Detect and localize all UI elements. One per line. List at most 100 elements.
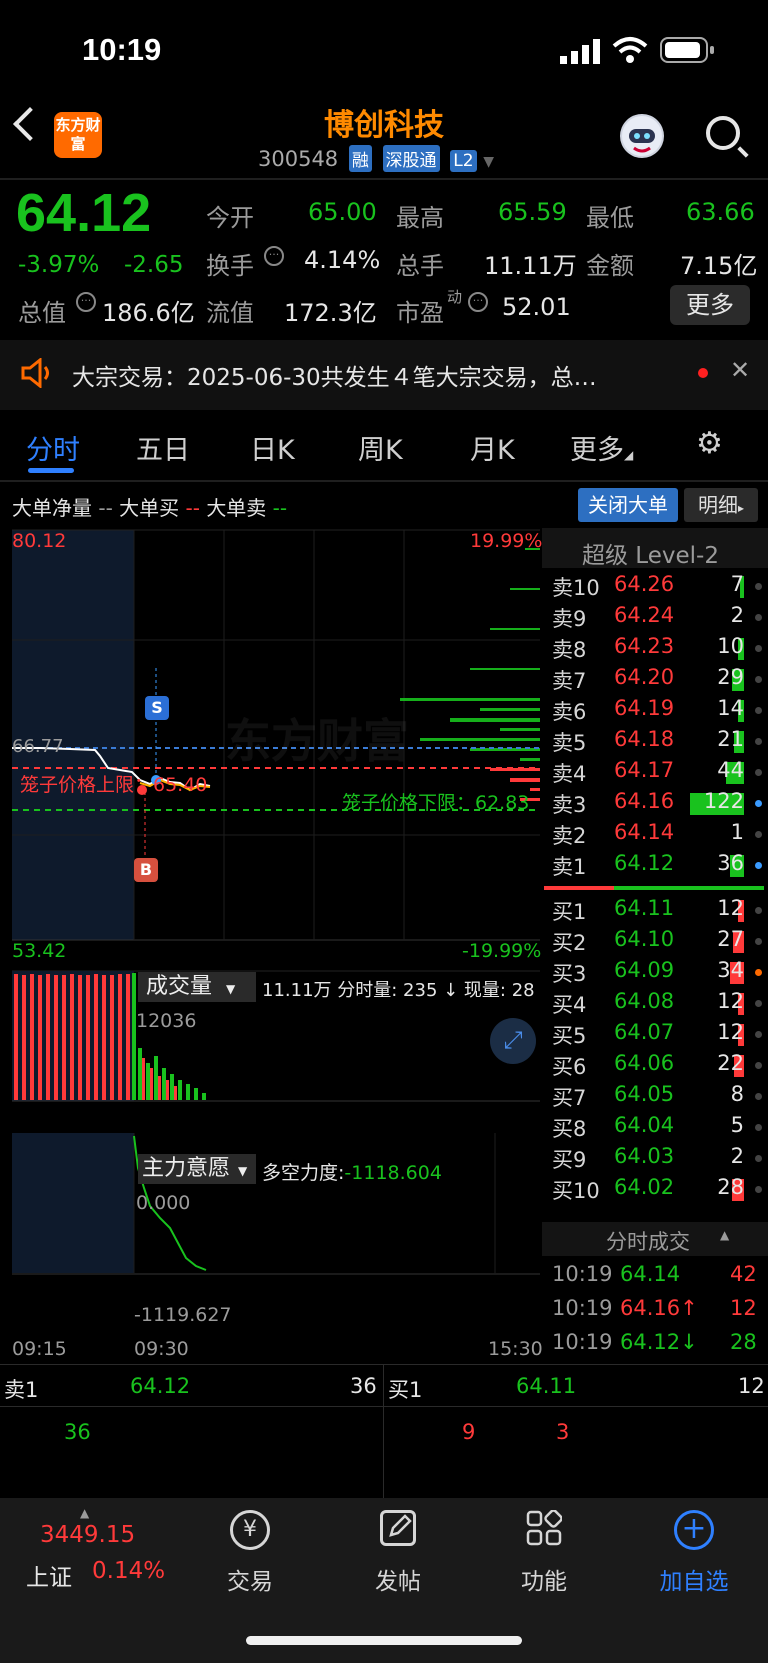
ask-row-8: 卖8 64.23 10: [542, 634, 768, 665]
force-info-label: 多空力度:: [262, 1162, 345, 1184]
add-watchlist-icon[interactable]: +: [674, 1510, 714, 1550]
stock-code: 300548: [258, 147, 339, 171]
trade-icon[interactable]: ¥: [230, 1510, 270, 1550]
ask-label: 卖4: [552, 762, 587, 786]
functions-grid-icon[interactable]: [526, 1509, 563, 1546]
level2-title: 超级 Level-2: [582, 543, 719, 569]
more-button[interactable]: 更多: [670, 285, 750, 325]
tab-trade[interactable]: 交易: [190, 1562, 310, 1596]
ask-row-1: 卖1 64.12 36: [542, 851, 768, 882]
high-value: 65.59: [498, 198, 567, 226]
volume-indicator-select[interactable]: 成交量 ▼: [138, 972, 256, 1002]
ask-row-6: 卖6 64.19 14: [542, 696, 768, 727]
volume-value: 11.11万: [484, 252, 577, 280]
ask-row-3: 卖3 64.16 122: [542, 789, 768, 820]
ask-price: 64.19: [614, 696, 675, 720]
ask-label: 卖2: [552, 824, 587, 848]
bid-label: 买7: [552, 1086, 587, 1110]
ask-row-4: 卖4 64.17 44: [542, 758, 768, 789]
search-icon[interactable]: [706, 116, 740, 150]
bid-row-7: 买7 64.05 8: [542, 1082, 768, 1113]
up-arrow-icon: ↑: [680, 1296, 698, 1320]
ask-volume: 21: [717, 727, 744, 751]
stock-code-line[interactable]: 300548 融 深股通 L2 ▼: [258, 145, 494, 172]
big-order-legend: 大单净量 -- 大单买 -- 大单卖 --: [12, 492, 287, 521]
trade-price-value: 64.16: [620, 1296, 681, 1320]
info-icon[interactable]: ···: [264, 246, 284, 266]
close-icon[interactable]: ✕: [730, 356, 750, 384]
ask-row-2: 卖2 64.14 1: [542, 820, 768, 851]
ask-label: 卖1: [552, 855, 587, 879]
last-price: 64.12: [16, 183, 152, 243]
bid-row-1: 买1 64.11 12: [542, 896, 768, 927]
tab-monthly-k[interactable]: 月K: [470, 428, 515, 467]
bid-price: 64.08: [614, 989, 675, 1013]
tab-add-watchlist[interactable]: 加自选: [634, 1562, 754, 1596]
ask-volume: 14: [717, 696, 744, 720]
chevron-down-icon: ▼: [483, 154, 494, 170]
assistant-robot-icon[interactable]: [620, 114, 664, 158]
ask-volume: 29: [717, 665, 744, 689]
queue-buy-volume: 12: [738, 1374, 765, 1398]
detail-label: 明细: [697, 493, 738, 517]
low-value: 63.66: [686, 198, 755, 226]
tab-weekly-k[interactable]: 周K: [358, 428, 403, 467]
cage-lower-label: 笼子价格下限：62.83: [342, 792, 530, 814]
index-name[interactable]: 上证: [26, 1558, 72, 1592]
bid-label: 买5: [552, 1024, 587, 1048]
prev-close-price: 66.77: [12, 736, 64, 757]
tab-more-label: 更多: [570, 435, 624, 466]
level2-panel[interactable]: 超级 Level-2 卖10 64.26 7 卖9 64.24 2 卖8 64.23 10 …: [542, 528, 768, 1218]
tab-functions[interactable]: 功能: [484, 1562, 604, 1596]
toggle-big-order-button[interactable]: 关闭大单: [578, 488, 678, 522]
pe-value: 52.01: [502, 293, 571, 321]
force-indicator-select[interactable]: 主力意愿 ▼: [138, 1154, 256, 1184]
trade-price: 64.12↓: [620, 1330, 698, 1354]
time-start: 09:15: [12, 1338, 67, 1360]
ask-volume: 10: [717, 634, 744, 658]
ask-row-10: 卖10 64.26 7: [542, 572, 768, 603]
index-pct[interactable]: 0.14%: [92, 1558, 165, 1584]
intraday-chart[interactable]: [0, 528, 542, 1304]
ask-label: 卖9: [552, 607, 587, 631]
ask-label: 卖5: [552, 731, 587, 755]
ask-row-5: 卖5 64.18 21: [542, 727, 768, 758]
bid-volume: 27: [717, 927, 744, 951]
settings-gear-icon[interactable]: ⚙: [696, 426, 723, 461]
info-icon[interactable]: ···: [76, 292, 96, 312]
big-buy-label: 大单买: [119, 496, 180, 520]
force-indicator-label: 主力意愿: [142, 1156, 231, 1181]
tab-daily-k[interactable]: 日K: [250, 428, 295, 467]
speaker-icon: [20, 356, 54, 392]
tab-more[interactable]: 更多◢: [570, 428, 633, 467]
big-sell-label: 大单卖: [206, 496, 267, 520]
bid-label: 买3: [552, 962, 587, 986]
ask-price: 64.12: [614, 851, 675, 875]
trade-volume: 28: [730, 1330, 757, 1354]
ask-label: 卖8: [552, 638, 587, 662]
detail-button[interactable]: 明细▸: [684, 488, 758, 522]
index-value[interactable]: 3449.15: [40, 1522, 135, 1548]
tab-intraday[interactable]: 分时: [26, 428, 80, 467]
post-edit-icon[interactable]: [380, 1510, 416, 1546]
ask-volume: 122: [703, 789, 744, 813]
status-time: 10:19: [82, 32, 162, 67]
bid-label: 买8: [552, 1117, 587, 1141]
tab-post[interactable]: 发帖: [338, 1562, 458, 1596]
info-icon[interactable]: ···: [468, 292, 488, 312]
big-sell-dash: --: [272, 496, 288, 520]
notice-text[interactable]: 大宗交易：2025-06-30共发生４笔大宗交易，总…: [72, 358, 597, 392]
trade-price-value: 64.12: [620, 1330, 681, 1354]
tab-five-day[interactable]: 五日: [136, 428, 190, 467]
y-min-price: 53.42: [12, 940, 67, 962]
bid-row-8: 买8 64.04 5: [542, 1113, 768, 1144]
expand-icon[interactable]: ⤢: [490, 1018, 536, 1064]
chevron-up-icon[interactable]: ▲: [720, 1228, 729, 1242]
sell-mark[interactable]: S: [145, 696, 169, 720]
bid-price: 64.09: [614, 958, 675, 982]
buy-mark[interactable]: B: [134, 858, 158, 882]
force-bottom-value: -1119.627: [134, 1304, 232, 1326]
ask-label: 卖7: [552, 669, 587, 693]
bid-row-9: 买9 64.03 2: [542, 1144, 768, 1175]
force-info-value: -1118.604: [344, 1162, 442, 1184]
